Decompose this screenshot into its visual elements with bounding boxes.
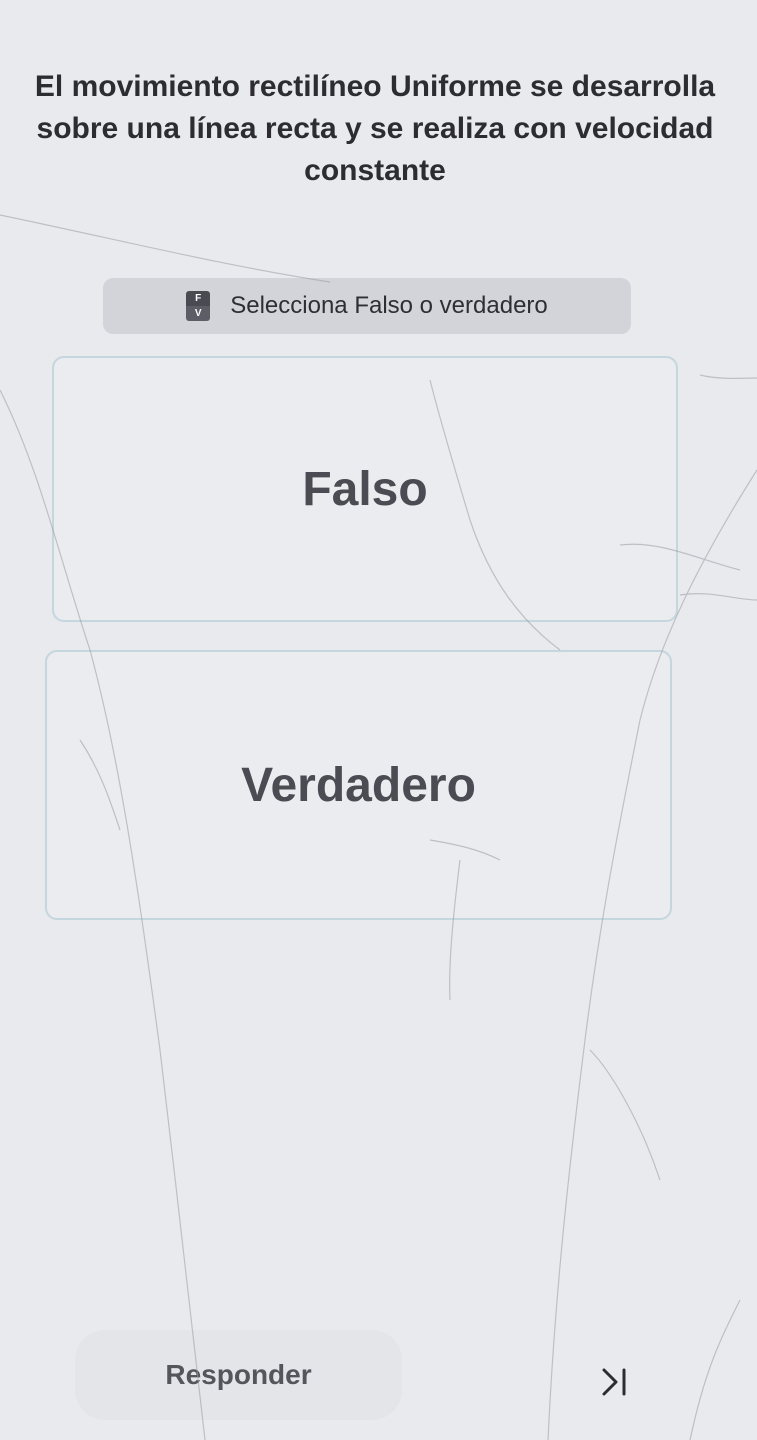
option-verdadero-button[interactable]: Verdadero: [45, 650, 672, 920]
responder-button[interactable]: Responder: [75, 1330, 402, 1420]
true-false-icon-top: F: [186, 291, 211, 306]
option-falso-button[interactable]: Falso: [52, 356, 678, 622]
skip-to-end-icon: [602, 1368, 626, 1396]
instruction-banner: F V Selecciona Falso o verdadero: [103, 278, 631, 334]
question-text: El movimiento rectilíneo Uniforme se des…: [34, 70, 716, 187]
skip-button[interactable]: [585, 1352, 645, 1412]
option-falso-label: Falso: [302, 462, 428, 516]
true-false-icon-bottom: V: [186, 306, 211, 321]
instruction-label: Selecciona Falso o verdadero: [230, 292, 548, 319]
option-verdadero-label: Verdadero: [241, 758, 476, 812]
true-false-icon: F V: [186, 291, 211, 321]
responder-label: Responder: [165, 1359, 312, 1390]
